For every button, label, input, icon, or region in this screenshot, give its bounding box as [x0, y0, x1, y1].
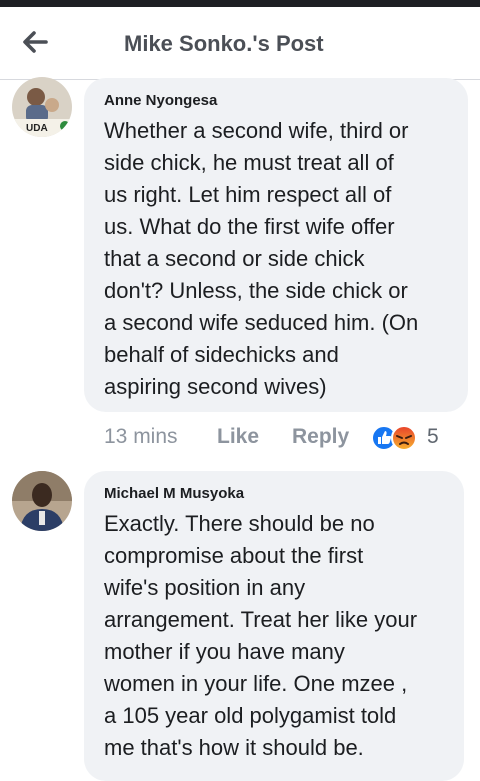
like-button[interactable]: Like [217, 425, 259, 449]
reply-button[interactable]: Reply [292, 425, 349, 449]
comment-bubble: Michael M Musyoka Exactly. There should … [84, 471, 464, 781]
comment-author[interactable]: Michael M Musyoka [104, 485, 244, 502]
comment-time: 13 mins [104, 425, 178, 448]
angry-icon [391, 425, 417, 451]
post-header: Mike Sonko.'s Post [0, 7, 480, 80]
comment-author[interactable]: Anne Nyongesa [104, 92, 217, 109]
avatar[interactable] [12, 471, 72, 531]
status-bar [0, 0, 480, 7]
page-title: Mike Sonko.'s Post [124, 31, 324, 56]
comment-text: Exactly. There should be no compromise a… [104, 511, 418, 760]
svg-text:UDA: UDA [26, 123, 48, 134]
reaction-count: 5 [427, 425, 439, 448]
reactions-summary[interactable] [370, 424, 420, 452]
back-button[interactable] [18, 25, 52, 59]
arrow-left-icon [23, 31, 48, 53]
avatar[interactable]: UDA [12, 77, 72, 137]
comment-bubble: Anne Nyongesa Whether a second wife, thi… [84, 78, 468, 412]
comment-text: Whether a second wife, third or side chi… [104, 118, 419, 399]
